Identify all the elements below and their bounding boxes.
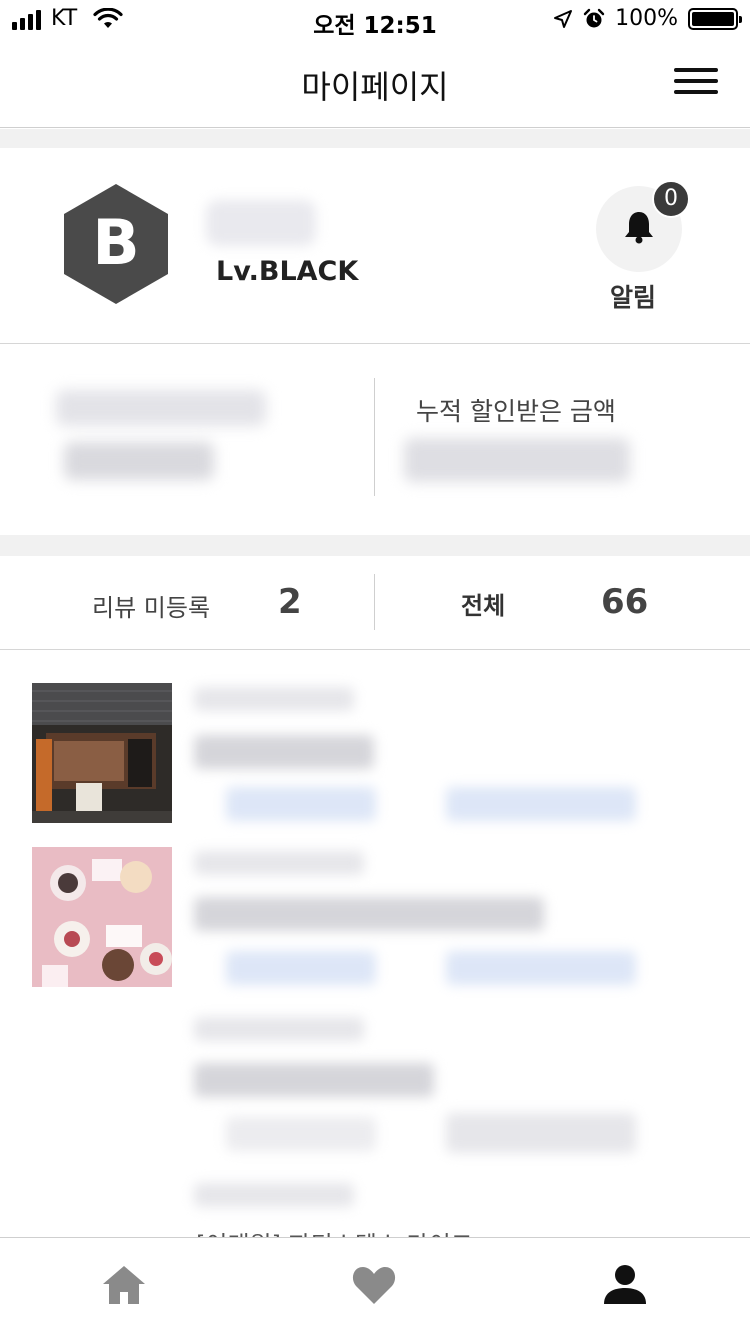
profile-section: B Lv.BLACK 0 알림: [0, 148, 750, 344]
alarm-count-badge: 0: [652, 180, 690, 218]
savings-section: 누적 할인받은 금액: [0, 346, 750, 534]
savings-divider: [374, 378, 375, 496]
home-icon: [103, 1266, 145, 1304]
user-level: Lv.BLACK: [216, 256, 359, 287]
review-list: [이태원] 파티스텐스 마이코: [0, 651, 750, 1237]
blurred-review-entries: [186, 683, 666, 1237]
review-thumbnail-bakery[interactable]: [32, 683, 172, 823]
battery-icon: [688, 7, 742, 30]
tab-my-page[interactable]: [601, 1262, 649, 1308]
blurred-amount-left: [64, 442, 214, 480]
review-item-title-peek: [이태원] 파티스텐스 마이코: [196, 1225, 473, 1237]
avatar[interactable]: B: [64, 184, 168, 304]
review-tabs: 리뷰 미등록 2 전체 66: [0, 556, 750, 650]
avatar-letter: B: [92, 206, 140, 279]
battery-percent: 100%: [615, 6, 678, 31]
heart-icon: [352, 1267, 396, 1304]
hamburger-menu-icon[interactable]: [674, 68, 718, 96]
page-title: 마이페이지: [301, 68, 449, 106]
tab-review-all[interactable]: 전체 66: [375, 556, 750, 650]
cakes-image: [32, 847, 172, 987]
alarm-button[interactable]: 0 알림: [596, 180, 690, 312]
section-gap: [0, 129, 750, 148]
tab-review-pending-label: 리뷰 미등록: [92, 594, 211, 622]
tab-favorites[interactable]: [350, 1262, 398, 1308]
alarm-clock-icon: [583, 8, 605, 27]
cumulative-discount-label: 누적 할인받은 금액: [416, 397, 616, 426]
user-name-blurred: [206, 200, 316, 246]
tab-review-all-label: 전체: [461, 592, 506, 620]
tab-home[interactable]: [100, 1262, 148, 1308]
tab-review-all-count: 66: [601, 582, 649, 622]
bakery-storefront-image: [32, 683, 172, 823]
status-bar: KT 오전 12:51 100%: [0, 0, 750, 40]
blurred-label-left: [56, 390, 266, 426]
bell-icon: [625, 212, 653, 244]
alarm-label: 알림: [610, 283, 657, 312]
section-gap: [0, 535, 750, 556]
person-icon: [604, 1265, 646, 1304]
blurred-amount-right: [404, 438, 630, 482]
nav-header: 마이페이지: [0, 40, 750, 128]
tab-review-pending[interactable]: 리뷰 미등록 2: [0, 556, 374, 650]
review-thumbnail-cakes[interactable]: [32, 847, 172, 987]
status-right: 100%: [553, 6, 742, 31]
bottom-tab-bar: [0, 1237, 750, 1334]
location-arrow-icon: [554, 9, 573, 28]
alarm-circle: 0: [596, 180, 690, 272]
tab-review-pending-count: 2: [278, 582, 302, 622]
